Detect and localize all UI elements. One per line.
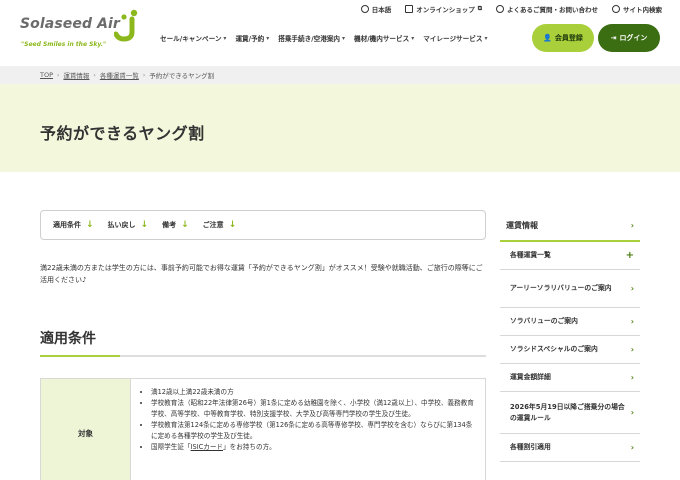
- sidebar-item-fare-list[interactable]: 各種運賃一覧 +: [500, 242, 640, 270]
- sidebar-title[interactable]: 運賃情報 ›: [500, 210, 640, 242]
- search-label: サイト内検索: [623, 5, 662, 14]
- condition-item: 学校教育法（昭和22年法律第26号）第1条に定める幼稚園を除く、小学校（満12歳…: [151, 398, 477, 420]
- sidebar-item-label: 運賃金額詳細: [510, 373, 551, 381]
- faq-label: よくあるご質問・お問い合わせ: [507, 5, 598, 14]
- site-header: Solaseed Air "Seed Smiles in the Sky." 日…: [0, 0, 680, 66]
- chevron-right-icon: ›: [630, 345, 634, 354]
- site-logo[interactable]: Solaseed Air "Seed Smiles in the Sky.": [20, 8, 150, 52]
- anchor-nav: 適用条件 ↓ 払い戻し ↓ 備考 ↓ ご注意 ↓: [40, 210, 486, 240]
- condition-item-isic: 国際学生証「ISICカード」をお持ちの方。: [151, 442, 477, 453]
- page-title: 予約ができるヤング割: [40, 124, 205, 143]
- anchor-caution[interactable]: ご注意 ↓: [203, 220, 237, 230]
- arrow-down-icon: ↓: [86, 220, 94, 230]
- chevron-right-icon: ›: [630, 443, 634, 452]
- sidebar-item-label: アーリーソラリバリューのご案内: [510, 284, 612, 292]
- site-search-link[interactable]: サイト内検索: [612, 4, 662, 14]
- sidebar-nav: 運賃情報 › 各種運賃一覧 + アーリーソラリバリューのご案内 › ソラバリューのご案…: [500, 210, 640, 462]
- anchor-label: 払い戻し: [107, 221, 136, 229]
- sidebar-item-early-value[interactable]: アーリーソラリバリューのご案内 ›: [500, 270, 640, 308]
- utility-bar: 日本語 オンラインショップ ⧉ よくあるご質問・お問い合わせ サイト内検索: [360, 0, 680, 17]
- chevron-right-icon: ›: [630, 373, 634, 382]
- sidebar-item-fare-rule[interactable]: 2026年5月19日以降ご搭乗分の場合の運賃ルール ›: [500, 392, 640, 434]
- sidebar-title-label: 運賃情報: [506, 220, 538, 230]
- gnav-item-aircraft[interactable]: 機材/機内サービス: [354, 33, 414, 43]
- gnav-item-checkin[interactable]: 搭乗手続き/空港案内: [278, 33, 345, 43]
- globe-icon: [360, 4, 369, 13]
- gnav-item-mileage[interactable]: マイレージサービス: [423, 33, 487, 43]
- chevron-right-icon: ›: [630, 220, 634, 230]
- anchor-conditions[interactable]: 適用条件 ↓: [53, 220, 94, 230]
- arrow-down-icon: ↓: [228, 220, 237, 230]
- login-button[interactable]: ⇥ ログイン: [598, 24, 660, 52]
- anchor-remarks[interactable]: 備考 ↓: [162, 220, 189, 230]
- breadcrumb-separator: ›: [57, 71, 60, 79]
- language-label: 日本語: [371, 5, 392, 14]
- section-title-conditions: 適用条件: [40, 331, 96, 347]
- global-nav: セール/キャンペーン 運賃/予約 搭乗手続き/空港案内 機材/機内サービス マイ…: [160, 33, 487, 43]
- sidebar-item-sora-value[interactable]: ソラバリューのご案内 ›: [500, 308, 640, 336]
- breadcrumb-current: 予約ができるヤング割: [149, 72, 215, 80]
- external-link-icon: ⧉: [477, 4, 482, 12]
- isic-prefix: 国際学生証「: [151, 443, 191, 451]
- plus-icon: +: [625, 250, 634, 261]
- login-label: ログイン: [619, 34, 648, 42]
- breadcrumb-separator: ›: [142, 71, 146, 79]
- anchor-refund[interactable]: 払い戻し ↓: [108, 220, 149, 230]
- logo-mark-icon: [114, 9, 138, 42]
- anchor-label: 備考: [162, 221, 177, 229]
- sidebar-item-special[interactable]: ソラシドスペシャルのご案内 ›: [500, 336, 640, 364]
- sidebar-item-label: 各種割引適用: [510, 443, 551, 451]
- sidebar-item-label: ソラシドスペシャルのご案内: [510, 345, 598, 353]
- condition-item: 満12歳以上満22歳未満の方: [151, 387, 477, 398]
- section-divider: [40, 355, 486, 357]
- arrow-down-icon: ↓: [140, 220, 149, 230]
- breadcrumb-top[interactable]: TOP: [40, 71, 53, 79]
- chevron-right-icon: ›: [630, 408, 634, 417]
- faq-link[interactable]: よくあるご質問・お問い合わせ: [496, 4, 598, 14]
- isic-card-link[interactable]: ISICカード: [191, 443, 223, 451]
- sidebar-item-label: ソラバリューのご案内: [510, 317, 578, 325]
- anchor-label: ご注意: [202, 221, 224, 229]
- logo-tagline: "Seed Smiles in the Sky.": [21, 41, 107, 48]
- shop-label: オンラインショップ: [416, 5, 475, 14]
- sidebar-item-fare-detail[interactable]: 運賃金額詳細 ›: [500, 364, 640, 392]
- breadcrumb: TOP › 運賃情報 › 各種運賃一覧 › 予約ができるヤング割: [0, 66, 680, 84]
- page-hero: 予約ができるヤング割: [0, 84, 680, 172]
- table-header-cell: 対象: [41, 379, 131, 480]
- member-register-label: 会員登録: [554, 34, 583, 42]
- cart-icon: [405, 4, 414, 13]
- gnav-item-sale[interactable]: セール/キャンペーン: [160, 33, 226, 43]
- breadcrumb-fare-info[interactable]: 運賃情報: [63, 70, 89, 80]
- user-plus-icon: 👤: [543, 34, 552, 42]
- member-register-button[interactable]: 👤 会員登録: [532, 24, 594, 52]
- table-body-cell: 満12歳以上満22歳未満の方 学校教育法（昭和22年法律第26号）第1条に定める…: [131, 379, 485, 480]
- sidebar-item-discounts[interactable]: 各種割引適用 ›: [500, 434, 640, 462]
- sidebar-item-label: 各種運賃一覧: [510, 251, 551, 259]
- logo-wordmark: Solaseed Air: [20, 16, 120, 32]
- intro-text: 満22歳未満の方または学生の方には、事前予約可能でお得な運賃「予約ができるヤング…: [40, 264, 483, 284]
- shop-link[interactable]: オンラインショップ ⧉: [405, 4, 482, 14]
- breadcrumb-separator: ›: [93, 71, 96, 79]
- conditions-table: 対象 満12歳以上満22歳未満の方 学校教育法（昭和22年法律第26号）第1条に…: [40, 378, 486, 480]
- arrow-down-icon: ↓: [181, 220, 189, 230]
- anchor-label: 適用条件: [53, 221, 81, 229]
- chevron-right-icon: ›: [630, 284, 634, 293]
- condition-item: 学校教育法第124条に定める専修学校（第126条に定める高等専修学校、専門学校を…: [151, 420, 477, 442]
- search-icon: [612, 4, 620, 13]
- login-icon: ⇥: [610, 34, 617, 42]
- chevron-right-icon: ›: [630, 317, 634, 326]
- headset-icon: [496, 4, 504, 13]
- isic-suffix: 」をお持ちの方。: [223, 443, 276, 451]
- sidebar-item-label: 2026年5月19日以降ご搭乗分の場合の運賃ルール: [510, 402, 625, 422]
- language-link[interactable]: 日本語: [360, 4, 392, 14]
- gnav-item-fare[interactable]: 運賃/予約: [235, 33, 269, 43]
- breadcrumb-fare-list[interactable]: 各種運賃一覧: [100, 70, 139, 80]
